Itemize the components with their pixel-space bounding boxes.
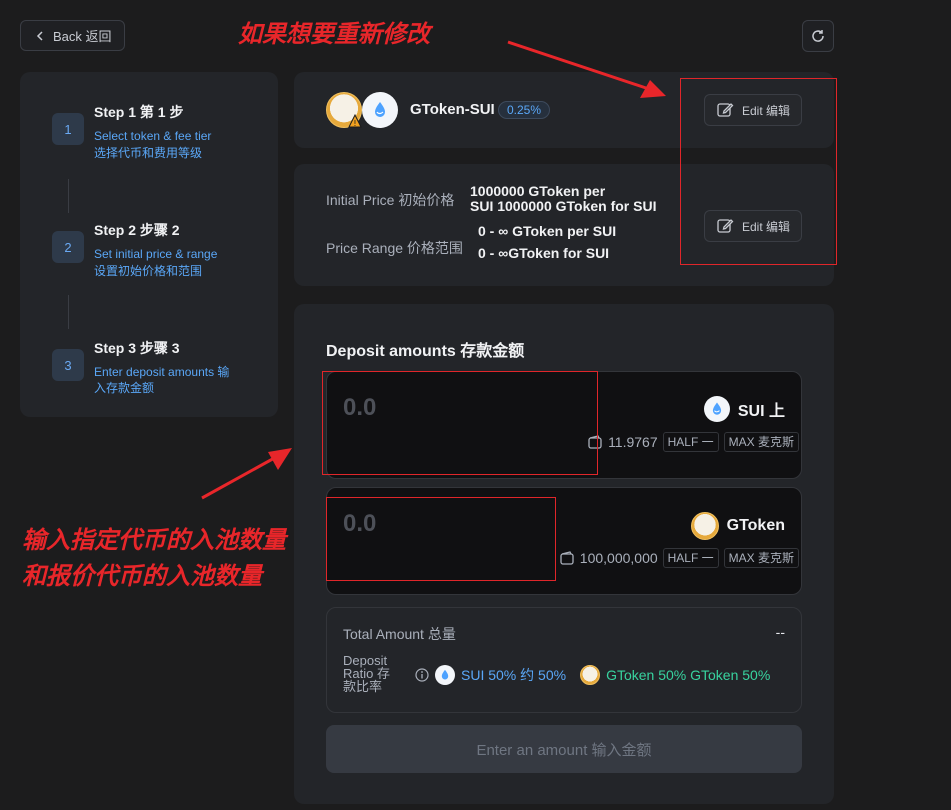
annotation-left-line2: 和报价代币的入池数量 [22,562,262,590]
annotation-top: 如果想要重新修改 [238,20,430,48]
arrow-head-icon [640,80,666,98]
annotation-left-line1: 输入指定代币的入池数量 [22,526,286,554]
annotation-arrows [201,40,666,500]
